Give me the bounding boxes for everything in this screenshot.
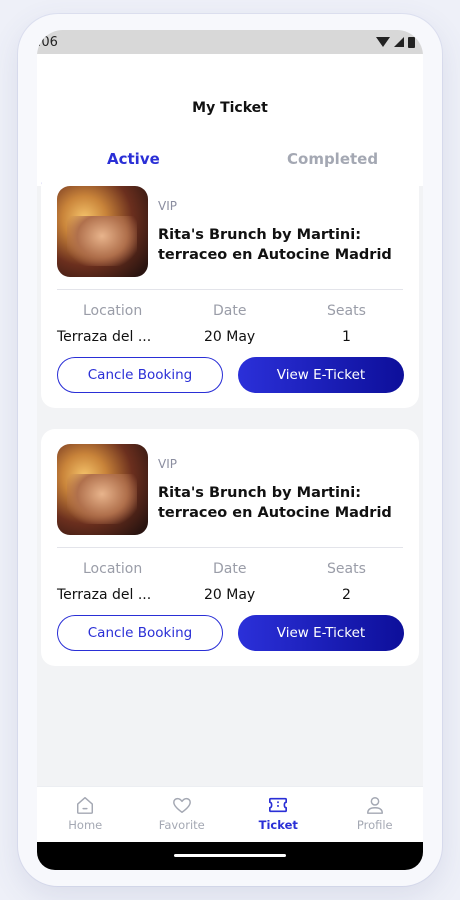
event-image: [57, 444, 148, 535]
bottom-nav: Home Favorite Ticket Profile: [37, 786, 423, 842]
seats-value: 1: [342, 329, 351, 345]
wifi-icon: [376, 37, 390, 47]
seats-value: 2: [342, 587, 351, 603]
seats-label: Seats: [327, 561, 366, 577]
view-eticket-button[interactable]: View E-Ticket: [238, 357, 404, 393]
date-label: Date: [213, 303, 247, 319]
nav-ticket-label: Ticket: [258, 818, 298, 832]
nav-home-label: Home: [68, 818, 103, 832]
nav-profile[interactable]: Profile: [327, 787, 424, 842]
ticket-icon: [269, 797, 288, 813]
home-icon: [77, 797, 94, 814]
date-value: 20 May: [204, 329, 256, 345]
battery-icon: [408, 36, 415, 48]
location-label: Location: [83, 561, 143, 577]
location-value: Terraza del ...: [57, 329, 152, 345]
tab-active[interactable]: Active: [107, 150, 160, 168]
ticket-tier: VIP: [158, 457, 177, 471]
event-image: [57, 186, 148, 277]
nav-home[interactable]: Home: [37, 787, 134, 842]
ticket-tier: VIP: [158, 199, 177, 213]
seats-label: Seats: [327, 303, 366, 319]
event-title: Rita's Brunch by Martini: terraceo en Au…: [158, 485, 392, 521]
date-label: Date: [213, 561, 247, 577]
signal-icon: [394, 37, 404, 47]
event-title: Rita's Brunch by Martini: terraceo en Au…: [158, 227, 392, 263]
ticket-card: VIP Rita's Brunch by Martini: terraceo e…: [41, 429, 419, 666]
view-eticket-button[interactable]: View E-Ticket: [238, 615, 404, 651]
page-title: My Ticket: [192, 100, 268, 116]
home-indicator[interactable]: [174, 854, 286, 857]
location-label: Location: [83, 303, 143, 319]
header: My Ticket Active Completed: [37, 54, 423, 186]
system-nav-bar: [37, 842, 423, 870]
nav-ticket[interactable]: Ticket: [230, 787, 327, 842]
date-value: 20 May: [204, 587, 256, 603]
nav-profile-label: Profile: [356, 818, 393, 832]
user-icon: [366, 797, 383, 814]
location-value: Terraza del ...: [57, 587, 152, 603]
ticket-card: VIP Rita's Brunch by Martini: terraceo e…: [41, 171, 419, 408]
divider: [57, 547, 403, 548]
divider: [57, 289, 403, 290]
cancel-booking-button[interactable]: Cancle Booking: [57, 357, 223, 393]
heart-icon: [172, 797, 191, 813]
nav-favorite-label: Favorite: [158, 818, 205, 832]
nav-favorite[interactable]: Favorite: [134, 787, 231, 842]
tab-completed[interactable]: Completed: [287, 150, 378, 168]
cancel-booking-button[interactable]: Cancle Booking: [57, 615, 223, 651]
status-icons: [376, 36, 415, 48]
app-screen: :06 My Ticket Active Completed VIP Rita'…: [37, 30, 423, 870]
status-bar: :06: [37, 30, 423, 54]
